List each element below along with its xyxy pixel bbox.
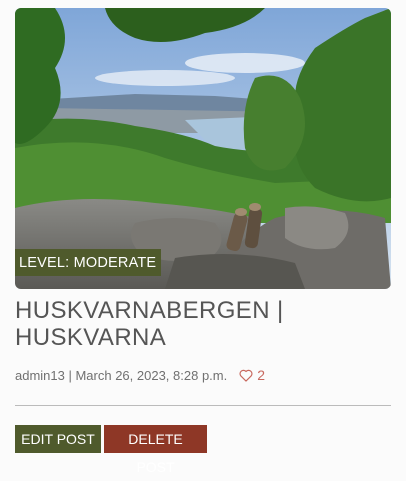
author-date-text: admin13 | March 26, 2023, 8:28 p.m.	[15, 367, 228, 383]
like-count: 2	[257, 367, 266, 383]
like-button[interactable]: 2	[239, 367, 265, 383]
edit-post-button[interactable]: EDIT POST	[15, 425, 101, 453]
post-title-line1: HUSKVARNABERGEN |	[15, 297, 284, 324]
delete-post-button[interactable]: DELETE POST	[104, 425, 207, 475]
divider	[15, 405, 391, 406]
post-image: LEVEL: MODERATE	[15, 8, 391, 289]
post-title-line2: HUSKVARNA	[15, 324, 167, 351]
landscape-photo	[15, 8, 391, 289]
post-meta: admin13 | March 26, 2023, 8:28 p.m. 2	[15, 367, 385, 383]
level-badge: LEVEL: MODERATE	[15, 249, 162, 276]
post-title: HUSKVARNABERGEN | HUSKVARNA	[15, 297, 385, 351]
heart-outline-icon	[239, 369, 253, 382]
